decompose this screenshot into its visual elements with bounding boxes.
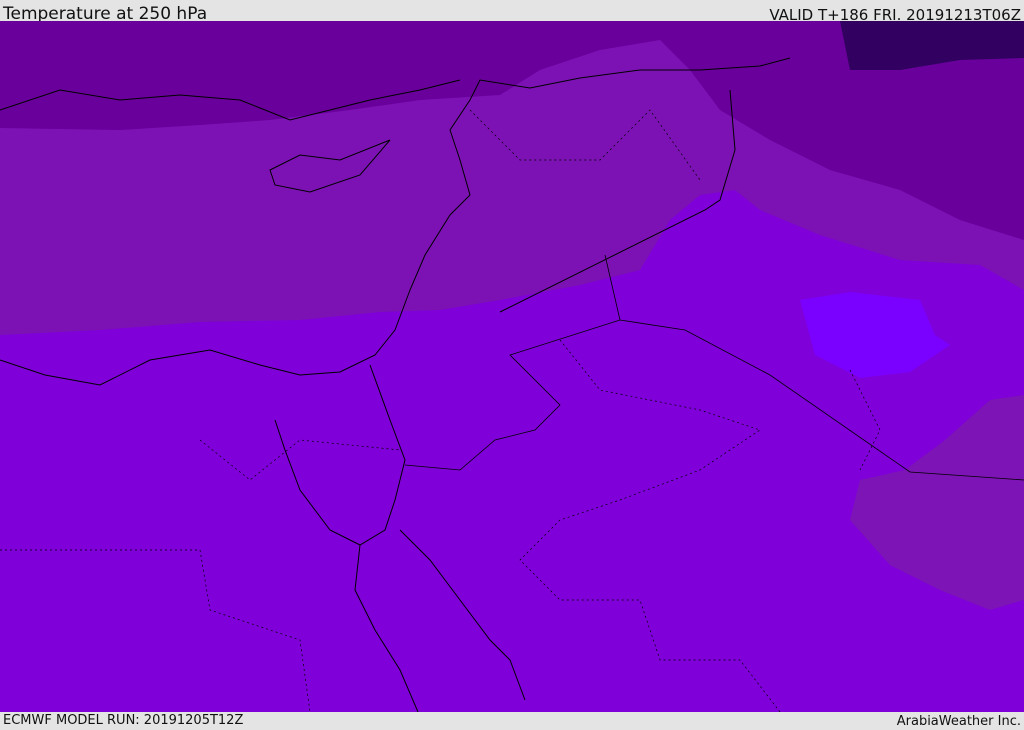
temperature-map	[0, 21, 1024, 712]
header-bar: Temperature at 250 hPa VALID T+186 FRI. …	[0, 0, 1024, 24]
brand-label: ArabiaWeather Inc.	[896, 714, 1021, 729]
footer-bar: ECMWF MODEL RUN: 20191205T12Z ArabiaWeat…	[0, 712, 1024, 729]
model-run: ECMWF MODEL RUN: 20191205T12Z	[3, 713, 244, 728]
